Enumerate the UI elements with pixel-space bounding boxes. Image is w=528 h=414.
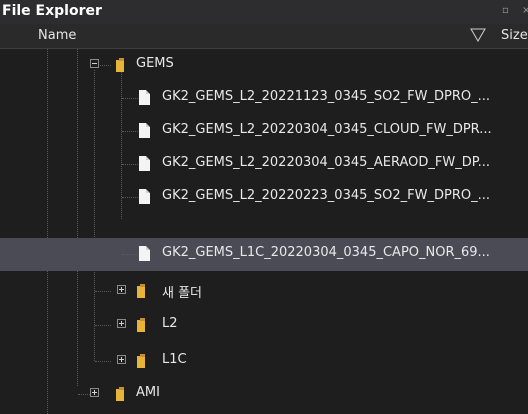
expand-icon[interactable] [117,285,126,294]
expand-icon[interactable] [90,388,99,397]
file-icon [139,156,150,171]
expand-icon[interactable] [117,355,126,364]
tree-row-file[interactable]: GK2_GEMS_L2_20220223_0345_SO2_FW_DPRO_..… [0,181,528,214]
folder-label: L1C [162,352,187,367]
tree-row-file[interactable]: GK2_GEMS_L2_20220304_0345_CLOUD_FW_DPR..… [0,115,528,148]
tree-row-gems[interactable]: GEMS [0,49,528,82]
file-label: GK2_GEMS_L1C_20220304_0345_CAPO_NOR_69..… [162,245,490,260]
filter-icon[interactable] [470,27,486,43]
file-icon [139,189,150,204]
file-label: GK2_GEMS_L2_20221123_0345_SO2_FW_DPRO_..… [162,89,490,104]
file-label: GK2_GEMS_L2_20220223_0345_SO2_FW_DPRO_..… [162,188,490,203]
file-icon [139,90,150,105]
expand-icon[interactable] [117,319,126,328]
name-column-header[interactable]: Name [38,28,76,43]
folder-label: L2 [162,316,178,331]
folder-icon [116,58,124,72]
folder-label: 새 폴더 [162,286,203,301]
file-tree: GEMS GK2_GEMS_L2_20221123_0345_SO2_FW_DP… [0,49,528,414]
float-window-icon[interactable]: ▫ [502,5,509,16]
file-explorer-panel: File Explorer ▫ × Name Size GEMS GK2_GEM… [0,0,528,414]
tree-row-subfolder[interactable]: L1C [0,345,528,378]
folder-icon [116,387,124,401]
column-header: Name Size [0,24,528,49]
tree-row-file[interactable]: GK2_GEMS_L2_20221123_0345_SO2_FW_DPRO_..… [0,82,528,115]
tree-row-file-selected[interactable]: GK2_GEMS_L1C_20220304_0345_CAPO_NOR_69..… [0,238,528,271]
folder-label: GEMS [136,56,174,71]
folder-label: AMI [136,385,160,400]
tree-row-file[interactable]: GK2_GEMS_L2_20220304_0345_AERAOD_FW_DP..… [0,148,528,181]
tree-row-ami[interactable]: AMI [0,378,528,411]
file-label: GK2_GEMS_L2_20220304_0345_CLOUD_FW_DPR..… [162,122,492,137]
folder-icon [137,284,145,298]
title-bar: File Explorer ▫ × [0,0,528,25]
close-window-icon[interactable]: × [522,5,528,16]
window-title: File Explorer [2,3,102,19]
tree-row-subfolder[interactable]: 새 폴더 [0,275,528,308]
file-icon [139,123,150,138]
file-icon [139,246,150,261]
folder-icon [137,354,145,368]
size-column-header[interactable]: Size [501,28,528,43]
file-label: GK2_GEMS_L2_20220304_0345_AERAOD_FW_DP..… [162,155,490,170]
tree-row-subfolder[interactable]: L2 [0,309,528,342]
folder-icon [137,318,145,332]
collapse-icon[interactable] [90,59,99,68]
